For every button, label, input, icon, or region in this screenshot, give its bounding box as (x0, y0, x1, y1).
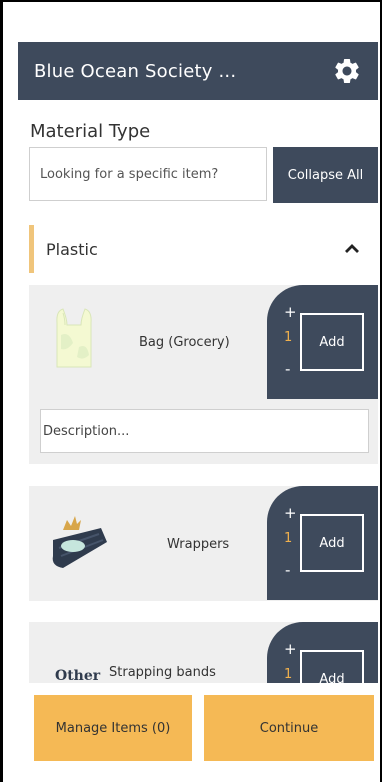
collapse-all-button[interactable]: Collapse All (273, 147, 378, 203)
description-input[interactable] (40, 409, 369, 453)
other-icon-label: Other (55, 668, 101, 684)
frame-left-border (0, 0, 3, 782)
decrement-button[interactable]: - (285, 360, 290, 378)
frame-top-border (0, 0, 382, 2)
quantity-control: + 1 - Add (267, 622, 378, 684)
item-card-bag-grocery: Bag (Grocery) + 1 - Add (29, 285, 378, 464)
increment-button[interactable]: + (284, 303, 297, 321)
category-accent-bar (29, 225, 34, 273)
wrapper-icon (52, 516, 107, 568)
quantity-value: 1 (284, 667, 293, 682)
quantity-value: 1 (284, 330, 293, 345)
material-type-label: Material Type (30, 121, 151, 142)
grocery-bag-icon (56, 308, 92, 368)
increment-button[interactable]: + (284, 504, 297, 522)
category-label-plastic[interactable]: Plastic (46, 240, 98, 259)
item-card-strapping-bands: Other Strapping bands + 1 - Add (29, 622, 378, 684)
add-button[interactable]: Add (300, 313, 364, 371)
quantity-control: + 1 - Add (267, 285, 378, 399)
item-name: Bag (Grocery) (139, 335, 230, 350)
continue-button[interactable]: Continue (204, 695, 374, 761)
chevron-up-icon[interactable] (343, 241, 361, 255)
increment-button[interactable]: + (284, 640, 297, 658)
app-header: Blue Ocean Society ... (18, 42, 378, 100)
header-title: Blue Ocean Society ... (34, 60, 237, 82)
item-name: Strapping bands (109, 665, 216, 680)
search-input[interactable] (29, 147, 267, 201)
add-button[interactable]: Add (300, 514, 364, 572)
quantity-control: + 1 - Add (267, 486, 378, 600)
quantity-value: 1 (284, 531, 293, 546)
item-card-wrappers: Wrappers + 1 - Add (29, 486, 378, 601)
manage-items-button[interactable]: Manage Items (0) (34, 695, 192, 761)
decrement-button[interactable]: - (285, 561, 290, 579)
gear-icon[interactable] (332, 56, 362, 86)
item-name: Wrappers (167, 537, 230, 552)
add-button[interactable]: Add (300, 650, 364, 684)
